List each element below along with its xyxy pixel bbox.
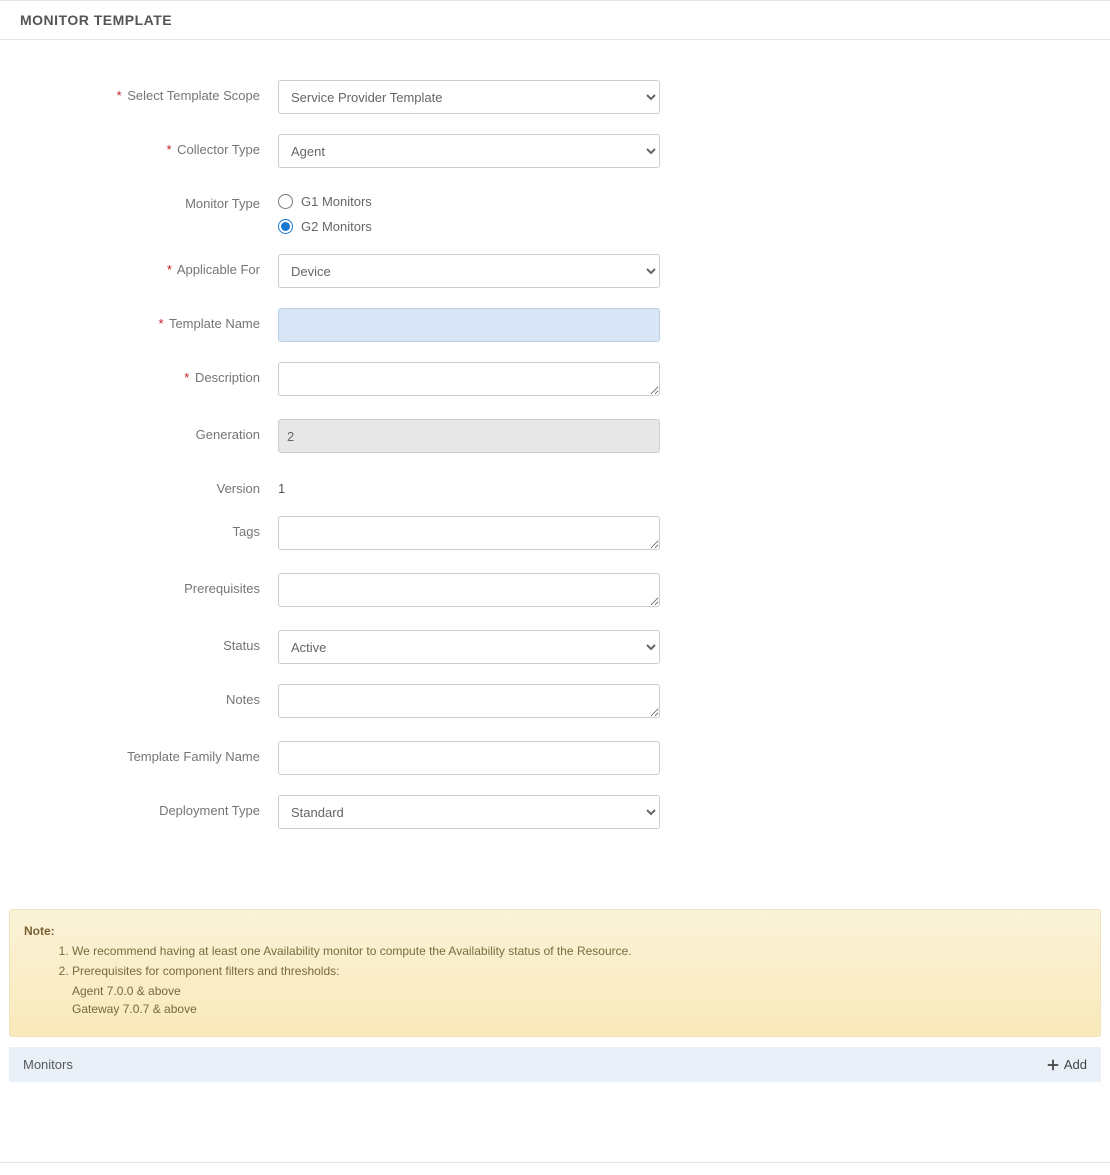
label-status: Status [20, 630, 278, 653]
row-generation: Generation [20, 419, 1090, 453]
input-template-name[interactable] [278, 308, 660, 342]
row-version: Version 1 [20, 473, 1090, 496]
textarea-description[interactable] [278, 362, 660, 396]
row-family: Template Family Name [20, 741, 1090, 775]
label-generation: Generation [20, 419, 278, 442]
required-marker: * [167, 262, 172, 277]
required-marker: * [184, 370, 189, 385]
textarea-tags[interactable] [278, 516, 660, 550]
row-scope: * Select Template Scope Service Provider… [20, 80, 1090, 114]
textarea-notes[interactable] [278, 684, 660, 718]
label-prerequisites: Prerequisites [20, 573, 278, 596]
input-template-family[interactable] [278, 741, 660, 775]
label-applicable-for: * Applicable For [20, 254, 278, 277]
row-collector: * Collector Type Agent [20, 134, 1090, 168]
row-deployment: Deployment Type Standard [20, 795, 1090, 829]
plus-icon [1046, 1058, 1060, 1072]
note-list: We recommend having at least one Availab… [24, 942, 1086, 980]
radio-g1-monitors[interactable]: G1 Monitors [278, 194, 660, 209]
radio-g2-monitors[interactable]: G2 Monitors [278, 219, 660, 234]
note-item-1: We recommend having at least one Availab… [72, 942, 1086, 960]
row-tags: Tags [20, 516, 1090, 553]
input-generation [278, 419, 660, 453]
row-prerequisites: Prerequisites [20, 573, 1090, 610]
monitors-section-header: Monitors Add [9, 1047, 1101, 1082]
monitors-title: Monitors [23, 1057, 73, 1072]
row-notes: Notes [20, 684, 1090, 721]
label-deployment: Deployment Type [20, 795, 278, 818]
page-header: MONITOR TEMPLATE [0, 0, 1110, 40]
page-title: MONITOR TEMPLATE [20, 12, 172, 28]
label-template-name: * Template Name [20, 308, 278, 331]
note-sub-1: Agent 7.0.0 & above [24, 982, 1086, 1000]
select-applicable-for[interactable]: Device [278, 254, 660, 288]
note-title: Note: [24, 924, 1086, 938]
label-collector: * Collector Type [20, 134, 278, 157]
row-status: Status Active [20, 630, 1090, 664]
label-tags: Tags [20, 516, 278, 539]
radio-group-monitor-type: G1 Monitors G2 Monitors [278, 188, 660, 234]
row-description: * Description [20, 362, 1090, 399]
required-marker: * [166, 142, 171, 157]
label-scope: * Select Template Scope [20, 80, 278, 103]
row-template-name: * Template Name [20, 308, 1090, 342]
radio-label-g1: G1 Monitors [301, 194, 372, 209]
value-version: 1 [278, 473, 660, 496]
radio-input-g2[interactable] [278, 219, 293, 234]
select-collector-type[interactable]: Agent [278, 134, 660, 168]
note-item-2: Prerequisites for component filters and … [72, 962, 1086, 980]
required-marker: * [117, 88, 122, 103]
bottom-divider [0, 1162, 1110, 1163]
note-sub-2: Gateway 7.0.7 & above [24, 1000, 1086, 1018]
label-description: * Description [20, 362, 278, 385]
add-label: Add [1064, 1057, 1087, 1072]
required-marker: * [159, 316, 164, 331]
add-monitor-button[interactable]: Add [1046, 1057, 1087, 1072]
radio-input-g1[interactable] [278, 194, 293, 209]
label-version: Version [20, 473, 278, 496]
row-applicable-for: * Applicable For Device [20, 254, 1090, 288]
select-template-scope[interactable]: Service Provider Template [278, 80, 660, 114]
select-status[interactable]: Active [278, 630, 660, 664]
radio-label-g2: G2 Monitors [301, 219, 372, 234]
label-family: Template Family Name [20, 741, 278, 764]
select-deployment-type[interactable]: Standard [278, 795, 660, 829]
row-monitor-type: Monitor Type G1 Monitors G2 Monitors [20, 188, 1090, 234]
note-box: Note: We recommend having at least one A… [9, 909, 1101, 1037]
label-monitor-type: Monitor Type [20, 188, 278, 211]
form-area: * Select Template Scope Service Provider… [0, 40, 1110, 889]
label-notes: Notes [20, 684, 278, 707]
textarea-prerequisites[interactable] [278, 573, 660, 607]
